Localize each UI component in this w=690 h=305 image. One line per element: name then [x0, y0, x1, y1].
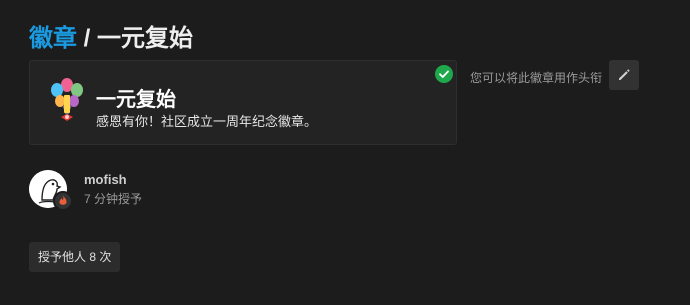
badge-description: 感恩有你！社区成立一周年纪念徽章。	[96, 114, 318, 129]
page-title: 徽章 / 一元复始	[29, 18, 193, 53]
badge-card: 一元复始 感恩有你！社区成立一周年纪念徽章。	[29, 60, 457, 145]
edit-title-button[interactable]	[609, 60, 639, 90]
granted-to-others-button[interactable]: 授予他人 8 次	[29, 242, 121, 272]
check-circle-icon	[435, 65, 453, 83]
use-as-title-hint: 您可以将此徽章用作头衔	[470, 71, 603, 85]
breadcrumb-separator: /	[77, 25, 98, 52]
pencil-icon	[619, 69, 630, 80]
breadcrumb-current: 一元复始	[97, 25, 194, 52]
badge-name: 一元复始	[96, 89, 176, 111]
username-link[interactable]: mofish	[84, 172, 127, 187]
granted-time: 7 分钟授予	[84, 192, 143, 206]
balloon-bouquet-icon	[51, 78, 83, 121]
breadcrumb-badges-link[interactable]: 徽章	[29, 25, 77, 52]
flame-flair-icon	[53, 191, 73, 211]
